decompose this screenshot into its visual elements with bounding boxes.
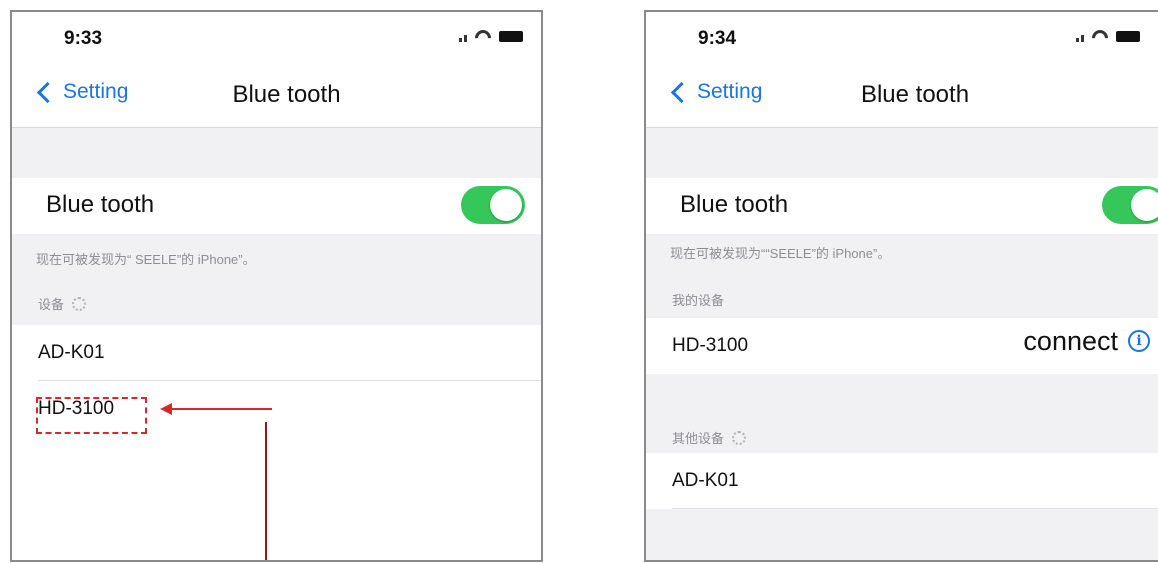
discoverable-text: 现在可被发现为““SEELE”的 iPhone”。	[670, 246, 891, 261]
highlight-box-annotation	[36, 397, 147, 434]
status-time: 9:33	[64, 28, 103, 49]
connection-status: connect	[1023, 326, 1118, 356]
section-devices: 设备	[38, 294, 87, 313]
discoverable-text: 现在可被发现为“ SEELE”的 iPhone”。	[36, 252, 256, 267]
device-name: AD-K01	[38, 342, 105, 363]
device-row-ad-k01[interactable]: AD-K01	[12, 325, 541, 381]
nav-bar: Setting Blue tooth	[646, 67, 1158, 128]
status-bar: 9:33	[12, 12, 541, 67]
signal-icon	[1076, 32, 1084, 42]
device-row-ad-k01[interactable]: AD-K01	[646, 453, 1158, 509]
status-icons	[459, 30, 523, 42]
battery-icon	[499, 31, 523, 42]
section-my-devices: 我的设备	[672, 290, 724, 309]
nav-bar: Setting Blue tooth	[12, 67, 541, 128]
status-bar: 9:34	[646, 12, 1158, 67]
spinner-icon	[72, 296, 87, 311]
bluetooth-toggle[interactable]	[1102, 186, 1158, 224]
bluetooth-row: Blue tooth	[12, 178, 541, 234]
section-my-devices-label: 我的设备	[672, 293, 725, 308]
section-other-devices-label: 其他设备	[672, 431, 725, 446]
bluetooth-label: Blue tooth	[46, 191, 155, 218]
bluetooth-label: Blue tooth	[680, 191, 789, 218]
section-other-devices: 其他设备	[672, 428, 747, 447]
pointer-line-annotation	[265, 422, 267, 560]
page-title: Blue tooth	[860, 81, 970, 108]
phone-screen-right: 9:34 Setting Blue tooth Blue tooth 现在可被发…	[644, 10, 1158, 562]
status-icons	[1076, 30, 1140, 42]
wifi-icon	[1092, 30, 1108, 42]
wifi-icon	[475, 30, 491, 42]
device-name: HD-3100	[672, 335, 749, 356]
bluetooth-toggle[interactable]	[461, 186, 525, 224]
status-time: 9:34	[698, 28, 737, 49]
arrow-line-annotation	[170, 408, 272, 410]
battery-icon	[1116, 31, 1140, 42]
bluetooth-row: Blue tooth	[646, 178, 1158, 234]
phone-screen-left: 9:33 Setting Blue tooth Blue tooth 现在可被发…	[10, 10, 543, 562]
empty-list-area	[12, 437, 541, 560]
spinner-icon	[732, 430, 747, 445]
device-row-hd-3100[interactable]: HD-3100 connect i	[646, 318, 1158, 374]
page-title: Blue tooth	[232, 81, 341, 108]
device-name: AD-K01	[672, 470, 739, 491]
section-devices-label: 设备	[38, 297, 65, 312]
info-icon[interactable]: i	[1128, 330, 1150, 352]
signal-icon	[459, 32, 467, 42]
